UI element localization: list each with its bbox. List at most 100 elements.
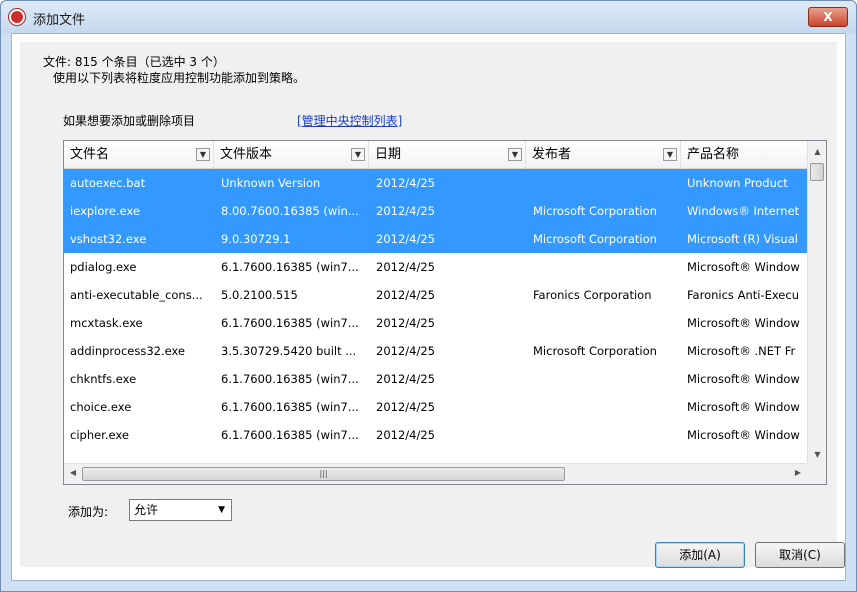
- cell-date: 2012/4/25: [376, 316, 435, 330]
- cell-version: 6.1.7600.16385 (win7...: [221, 400, 359, 414]
- vertical-scrollbar[interactable]: ▲ ▼: [807, 141, 826, 463]
- cancel-button[interactable]: 取消(C): [755, 542, 845, 568]
- table-row[interactable]: autoexec.bat Unknown Version 2012/4/25 Unkn…: [64, 169, 808, 197]
- cell-date: 2012/4/25: [376, 428, 435, 442]
- cell-date: 2012/4/25: [376, 176, 435, 190]
- table-row[interactable]: anti-executable_cons... 5.0.2100.515 2012/…: [64, 281, 808, 309]
- cell-name: vshost32.exe: [70, 232, 147, 246]
- cell-date: 2012/4/25: [376, 344, 435, 358]
- cell-product: Microsoft® Window: [687, 428, 800, 442]
- instruction-text: 使用以下列表将粒度应用控制功能添加到策略。: [53, 71, 306, 85]
- column-header-product[interactable]: 产品名称: [681, 141, 808, 169]
- column-header-version[interactable]: 文件版本 ▼: [214, 141, 369, 169]
- cell-date: 2012/4/25: [376, 400, 435, 414]
- cell-version: 6.1.7600.16385 (win7...: [221, 428, 359, 442]
- edit-hint-text: 如果想要添加或删除项目: [63, 114, 196, 128]
- table-row[interactable]: addinprocess32.exe 3.5.30729.5420 built .…: [64, 337, 808, 365]
- cell-date: 2012/4/25: [376, 288, 435, 302]
- column-header-label: 产品名称: [687, 147, 740, 162]
- column-header-label: 文件名: [70, 147, 110, 162]
- add-as-selected-value: 允许: [134, 503, 159, 517]
- cell-name: iexplore.exe: [70, 204, 141, 218]
- cell-date: 2012/4/25: [376, 204, 435, 218]
- table-row[interactable]: iexplore.exe 8.00.7600.16385 (win... 2012/…: [64, 197, 808, 225]
- add-as-label: 添加为:: [68, 505, 109, 519]
- cell-product: Microsoft (R) Visual: [687, 232, 798, 246]
- chevron-down-icon: ▼: [218, 505, 225, 515]
- table-row[interactable]: cipher.exe 6.1.7600.16385 (win7... 2012/4/…: [64, 421, 808, 449]
- horizontal-scroll-thumb[interactable]: |||: [82, 467, 565, 481]
- scroll-right-icon[interactable]: ▶: [792, 468, 804, 477]
- cell-publisher: [533, 421, 675, 449]
- filter-dropdown-icon[interactable]: ▼: [196, 148, 210, 161]
- list-header: 文件名 ▼ 文件版本 ▼ 日期 ▼ 发布者 ▼ 产品名称: [64, 141, 808, 169]
- cell-product: Microsoft® Window: [687, 316, 800, 330]
- cell-publisher: [533, 253, 675, 281]
- table-row[interactable]: mcxtask.exe 6.1.7600.16385 (win7... 2012/4…: [64, 309, 808, 337]
- cell-product: Microsoft® Window: [687, 260, 800, 274]
- cell-product: Microsoft® .NET Fr: [687, 344, 796, 358]
- scrollbar-corner: [807, 463, 826, 484]
- column-header-publisher[interactable]: 发布者 ▼: [526, 141, 681, 169]
- cell-product: Microsoft® Window: [687, 372, 800, 386]
- table-row[interactable]: choice.exe 6.1.7600.16385 (win7... 2012/4/…: [64, 393, 808, 421]
- vertical-scroll-thumb[interactable]: [810, 163, 824, 181]
- cell-product: Unknown Product: [687, 176, 788, 190]
- cell-publisher: Microsoft Corporation: [533, 344, 657, 358]
- cell-version: 8.00.7600.16385 (win...: [221, 204, 359, 218]
- cell-name: anti-executable_cons...: [70, 288, 203, 302]
- window-title: 添加文件: [33, 13, 86, 28]
- horizontal-scrollbar[interactable]: ◀ ||| ▶: [64, 463, 808, 484]
- filter-dropdown-icon[interactable]: ▼: [351, 148, 365, 161]
- column-header-label: 文件版本: [220, 147, 273, 162]
- cell-version: 6.1.7600.16385 (win7...: [221, 316, 359, 330]
- table-row[interactable]: vshost32.exe 9.0.30729.1 2012/4/25 Microsof…: [64, 225, 808, 253]
- cell-product: Faronics Anti-Execu: [687, 288, 799, 302]
- cell-name: mcxtask.exe: [70, 316, 143, 330]
- column-header-label: 发布者: [532, 147, 572, 162]
- table-row[interactable]: chkntfs.exe 6.1.7600.16385 (win7... 2012/4…: [64, 365, 808, 393]
- cell-name: chkntfs.exe: [70, 372, 137, 386]
- cell-name: choice.exe: [70, 400, 132, 414]
- add-as-select[interactable]: 允许 ▼: [129, 499, 232, 521]
- dialog-window: 添加文件 X 文件: 815 个条目（已选中 3 个） 使用以下列表将粒度应用控…: [0, 0, 857, 592]
- cell-version: 5.0.2100.515: [221, 288, 298, 302]
- cell-product: Microsoft® Window: [687, 400, 800, 414]
- cell-product: Windows® Internet: [687, 204, 800, 218]
- filter-dropdown-icon[interactable]: ▼: [663, 148, 677, 161]
- cell-name: pdialog.exe: [70, 260, 137, 274]
- cell-publisher: Microsoft Corporation: [533, 232, 657, 246]
- cell-publisher: [533, 393, 675, 421]
- list-rows: autoexec.bat Unknown Version 2012/4/25 Unkn…: [64, 169, 808, 463]
- scroll-left-icon[interactable]: ◀: [67, 468, 79, 477]
- cell-version: 3.5.30729.5420 built ...: [221, 344, 357, 358]
- cell-version: 9.0.30729.1: [221, 232, 291, 246]
- manage-list-link[interactable]: [管理中央控制列表]: [297, 112, 402, 129]
- cell-name: autoexec.bat: [70, 176, 146, 190]
- cell-publisher: [533, 169, 675, 197]
- cell-version: Unknown Version: [221, 176, 321, 190]
- cell-date: 2012/4/25: [376, 232, 435, 246]
- cell-name: cipher.exe: [70, 428, 129, 442]
- cell-publisher: Microsoft Corporation: [533, 204, 657, 218]
- cell-date: 2012/4/25: [376, 372, 435, 386]
- scroll-down-icon[interactable]: ▼: [808, 450, 827, 459]
- cell-date: 2012/4/25: [376, 260, 435, 274]
- app-icon: [9, 9, 25, 25]
- column-header-filename[interactable]: 文件名 ▼: [64, 141, 214, 169]
- column-header-label: 日期: [375, 147, 402, 162]
- title-bar[interactable]: 添加文件 X: [1, 1, 856, 33]
- add-button[interactable]: 添加(A): [655, 542, 745, 568]
- filter-dropdown-icon[interactable]: ▼: [508, 148, 522, 161]
- cell-version: 6.1.7600.16385 (win7...: [221, 260, 359, 274]
- cell-publisher: Faronics Corporation: [533, 288, 652, 302]
- close-button[interactable]: X: [808, 7, 848, 27]
- table-row[interactable]: pdialog.exe 6.1.7600.16385 (win7... 2012/4…: [64, 253, 808, 281]
- scroll-up-icon[interactable]: ▲: [808, 147, 827, 156]
- cell-publisher: [533, 365, 675, 393]
- file-list[interactable]: 文件名 ▼ 文件版本 ▼ 日期 ▼ 发布者 ▼ 产品名称 autoexec.ba…: [63, 140, 827, 485]
- file-count-text: 文件: 815 个条目（已选中 3 个）: [43, 55, 225, 69]
- column-header-date[interactable]: 日期 ▼: [369, 141, 526, 169]
- cell-publisher: [533, 309, 675, 337]
- cell-version: 6.1.7600.16385 (win7...: [221, 372, 359, 386]
